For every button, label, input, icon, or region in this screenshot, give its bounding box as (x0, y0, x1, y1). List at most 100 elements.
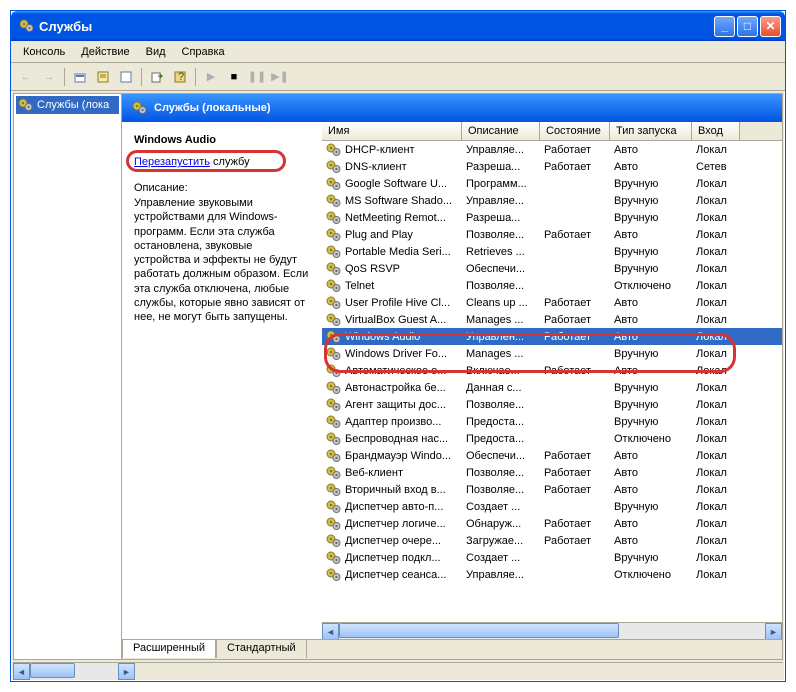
menu-console[interactable]: Консоль (15, 44, 73, 60)
table-row[interactable]: Диспетчер сеанса...Управляе...ОтключеноЛ… (322, 566, 782, 583)
table-row[interactable]: Автоматическое о...Включае...РаботаетАвт… (322, 362, 782, 379)
restart-link[interactable]: Перезапустить (134, 156, 210, 168)
selected-service-name: Windows Audio (134, 134, 310, 146)
gear-icon (326, 397, 342, 413)
refresh-button[interactable] (115, 66, 137, 88)
view-tabs: Расширенный Стандартный (122, 639, 782, 659)
description-text: Управление звуковыми устройствами для Wi… (134, 196, 310, 325)
gear-icon (326, 329, 342, 345)
titlebar[interactable]: Службы _ □ ✕ (11, 11, 785, 41)
table-row[interactable]: Plug and PlayПозволяе...РаботаетАвтоЛока… (322, 226, 782, 243)
list-pane: Имя Описание Состояние Тип запуска Вход … (322, 122, 782, 639)
table-row[interactable]: QoS RSVPОбеспечи...ВручнуюЛокал (322, 260, 782, 277)
table-row[interactable]: Агент защиты дос...Позволяе...ВручнуюЛок… (322, 396, 782, 413)
svg-text:?: ? (178, 71, 184, 83)
gear-icon (326, 414, 342, 430)
gear-icon (326, 312, 342, 328)
scroll-left-button[interactable]: ◄ (13, 663, 30, 680)
table-row[interactable]: Беспроводная нас...Предоста...ОтключеноЛ… (322, 430, 782, 447)
tree-pane[interactable]: Службы (лока (14, 94, 122, 659)
detail-pane: Службы (локальные) Windows Audio Перезап… (122, 94, 782, 659)
table-row[interactable]: VirtualBox Guest A...Manages ...Работает… (322, 311, 782, 328)
gear-icon (326, 550, 342, 566)
tab-extended[interactable]: Расширенный (122, 639, 216, 658)
table-row[interactable]: NetMeeting Remot...Разреша...ВручнуюЛока… (322, 209, 782, 226)
pause-button[interactable]: ❚❚ (246, 66, 268, 88)
gear-icon (326, 295, 342, 311)
gear-icon (326, 159, 342, 175)
scroll-thumb[interactable] (339, 623, 619, 638)
description-label: Описание: (134, 182, 310, 194)
tree-item-services-local[interactable]: Службы (лока (16, 96, 119, 114)
table-row[interactable]: Автонастройка бе...Данная с...ВручнуюЛок… (322, 379, 782, 396)
table-row[interactable]: Portable Media Seri...Retrieves ...Вручн… (322, 243, 782, 260)
close-button[interactable]: ✕ (760, 16, 781, 37)
table-row[interactable]: TelnetПозволяе...ОтключеноЛокал (322, 277, 782, 294)
menu-help[interactable]: Справка (174, 44, 233, 60)
gear-icon (326, 346, 342, 362)
services-icon (19, 18, 35, 34)
table-row[interactable]: DNS-клиентРазреша...РаботаетАвтоСетев (322, 158, 782, 175)
gear-icon (326, 380, 342, 396)
table-row[interactable]: Windows Driver Fo...Manages ...ВручнуюЛо… (322, 345, 782, 362)
menubar: Консоль Действие Вид Справка (11, 41, 785, 63)
properties-button[interactable] (92, 66, 114, 88)
restart-button[interactable]: ▶❚ (269, 66, 291, 88)
table-row[interactable]: Windows AudioУправлен...РаботаетАвтоЛока… (322, 328, 782, 345)
gear-icon (326, 499, 342, 515)
table-row[interactable]: User Profile Hive Cl...Cleans up ...Рабо… (322, 294, 782, 311)
tab-standard[interactable]: Стандартный (216, 639, 307, 658)
window-title: Службы (39, 19, 714, 34)
col-logon[interactable]: Вход (692, 122, 740, 140)
info-pane: Windows Audio Перезапустить службу Описа… (122, 122, 322, 639)
scroll-thumb[interactable] (30, 663, 75, 678)
list-body[interactable]: DHCP-клиентУправляе...РаботаетАвтоЛокалD… (322, 141, 782, 622)
table-row[interactable]: DHCP-клиентУправляе...РаботаетАвтоЛокал (322, 141, 782, 158)
gear-icon (326, 482, 342, 498)
scroll-left-button[interactable]: ◄ (322, 623, 339, 639)
export-button[interactable] (146, 66, 168, 88)
nav-back-button[interactable]: ← (15, 66, 37, 88)
service-actions: Перезапустить службу (134, 156, 310, 168)
table-row[interactable]: Диспетчер авто-п...Создает ...ВручнуюЛок… (322, 498, 782, 515)
services-window: Службы _ □ ✕ Консоль Действие Вид Справк… (10, 10, 786, 682)
gear-icon (326, 176, 342, 192)
gear-icon (326, 261, 342, 277)
gear-icon (326, 431, 342, 447)
up-button[interactable] (69, 66, 91, 88)
gear-icon (326, 210, 342, 226)
gear-icon (326, 533, 342, 549)
list-header: Имя Описание Состояние Тип запуска Вход (322, 122, 782, 141)
table-row[interactable]: Диспетчер логиче...Обнаруж...РаботаетАвт… (322, 515, 782, 532)
maximize-button[interactable]: □ (737, 16, 758, 37)
table-row[interactable]: Вторичный вход в...Позволяе...РаботаетАв… (322, 481, 782, 498)
table-row[interactable]: Веб-клиентПозволяе...РаботаетАвтоЛокал (322, 464, 782, 481)
nav-fwd-button[interactable]: → (38, 66, 60, 88)
gear-icon (18, 97, 34, 113)
table-row[interactable]: Google Software U...Программ...ВручнуюЛо… (322, 175, 782, 192)
stop-button[interactable]: ■ (223, 66, 245, 88)
table-row[interactable]: Брандмауэр Windo...Обеспечи...РаботаетАв… (322, 447, 782, 464)
list-hscroll[interactable]: ◄ ► (322, 622, 782, 639)
col-name[interactable]: Имя (322, 122, 462, 140)
content-area: Службы (лока Службы (локальные) Windows … (13, 93, 783, 660)
tree-hscroll[interactable]: ◄ ► (13, 662, 783, 679)
help-button[interactable]: ? (169, 66, 191, 88)
table-row[interactable]: Диспетчер очере...Загружае...РаботаетАвт… (322, 532, 782, 549)
scroll-right-button[interactable]: ► (118, 663, 135, 680)
gear-icon (326, 567, 342, 583)
col-state[interactable]: Состояние (540, 122, 610, 140)
table-row[interactable]: Диспетчер подкл...Создает ...ВручнуюЛока… (322, 549, 782, 566)
col-start[interactable]: Тип запуска (610, 122, 692, 140)
gear-icon (326, 465, 342, 481)
gear-icon (326, 363, 342, 379)
menu-action[interactable]: Действие (73, 44, 137, 60)
minimize-button[interactable]: _ (714, 16, 735, 37)
table-row[interactable]: MS Software Shado...Управляе...ВручнуюЛо… (322, 192, 782, 209)
start-button[interactable]: ▶ (200, 66, 222, 88)
menu-view[interactable]: Вид (138, 44, 174, 60)
scroll-right-button[interactable]: ► (765, 623, 782, 639)
table-row[interactable]: Адаптер произво...Предоста...ВручнуюЛока… (322, 413, 782, 430)
gear-icon (326, 516, 342, 532)
col-desc[interactable]: Описание (462, 122, 540, 140)
